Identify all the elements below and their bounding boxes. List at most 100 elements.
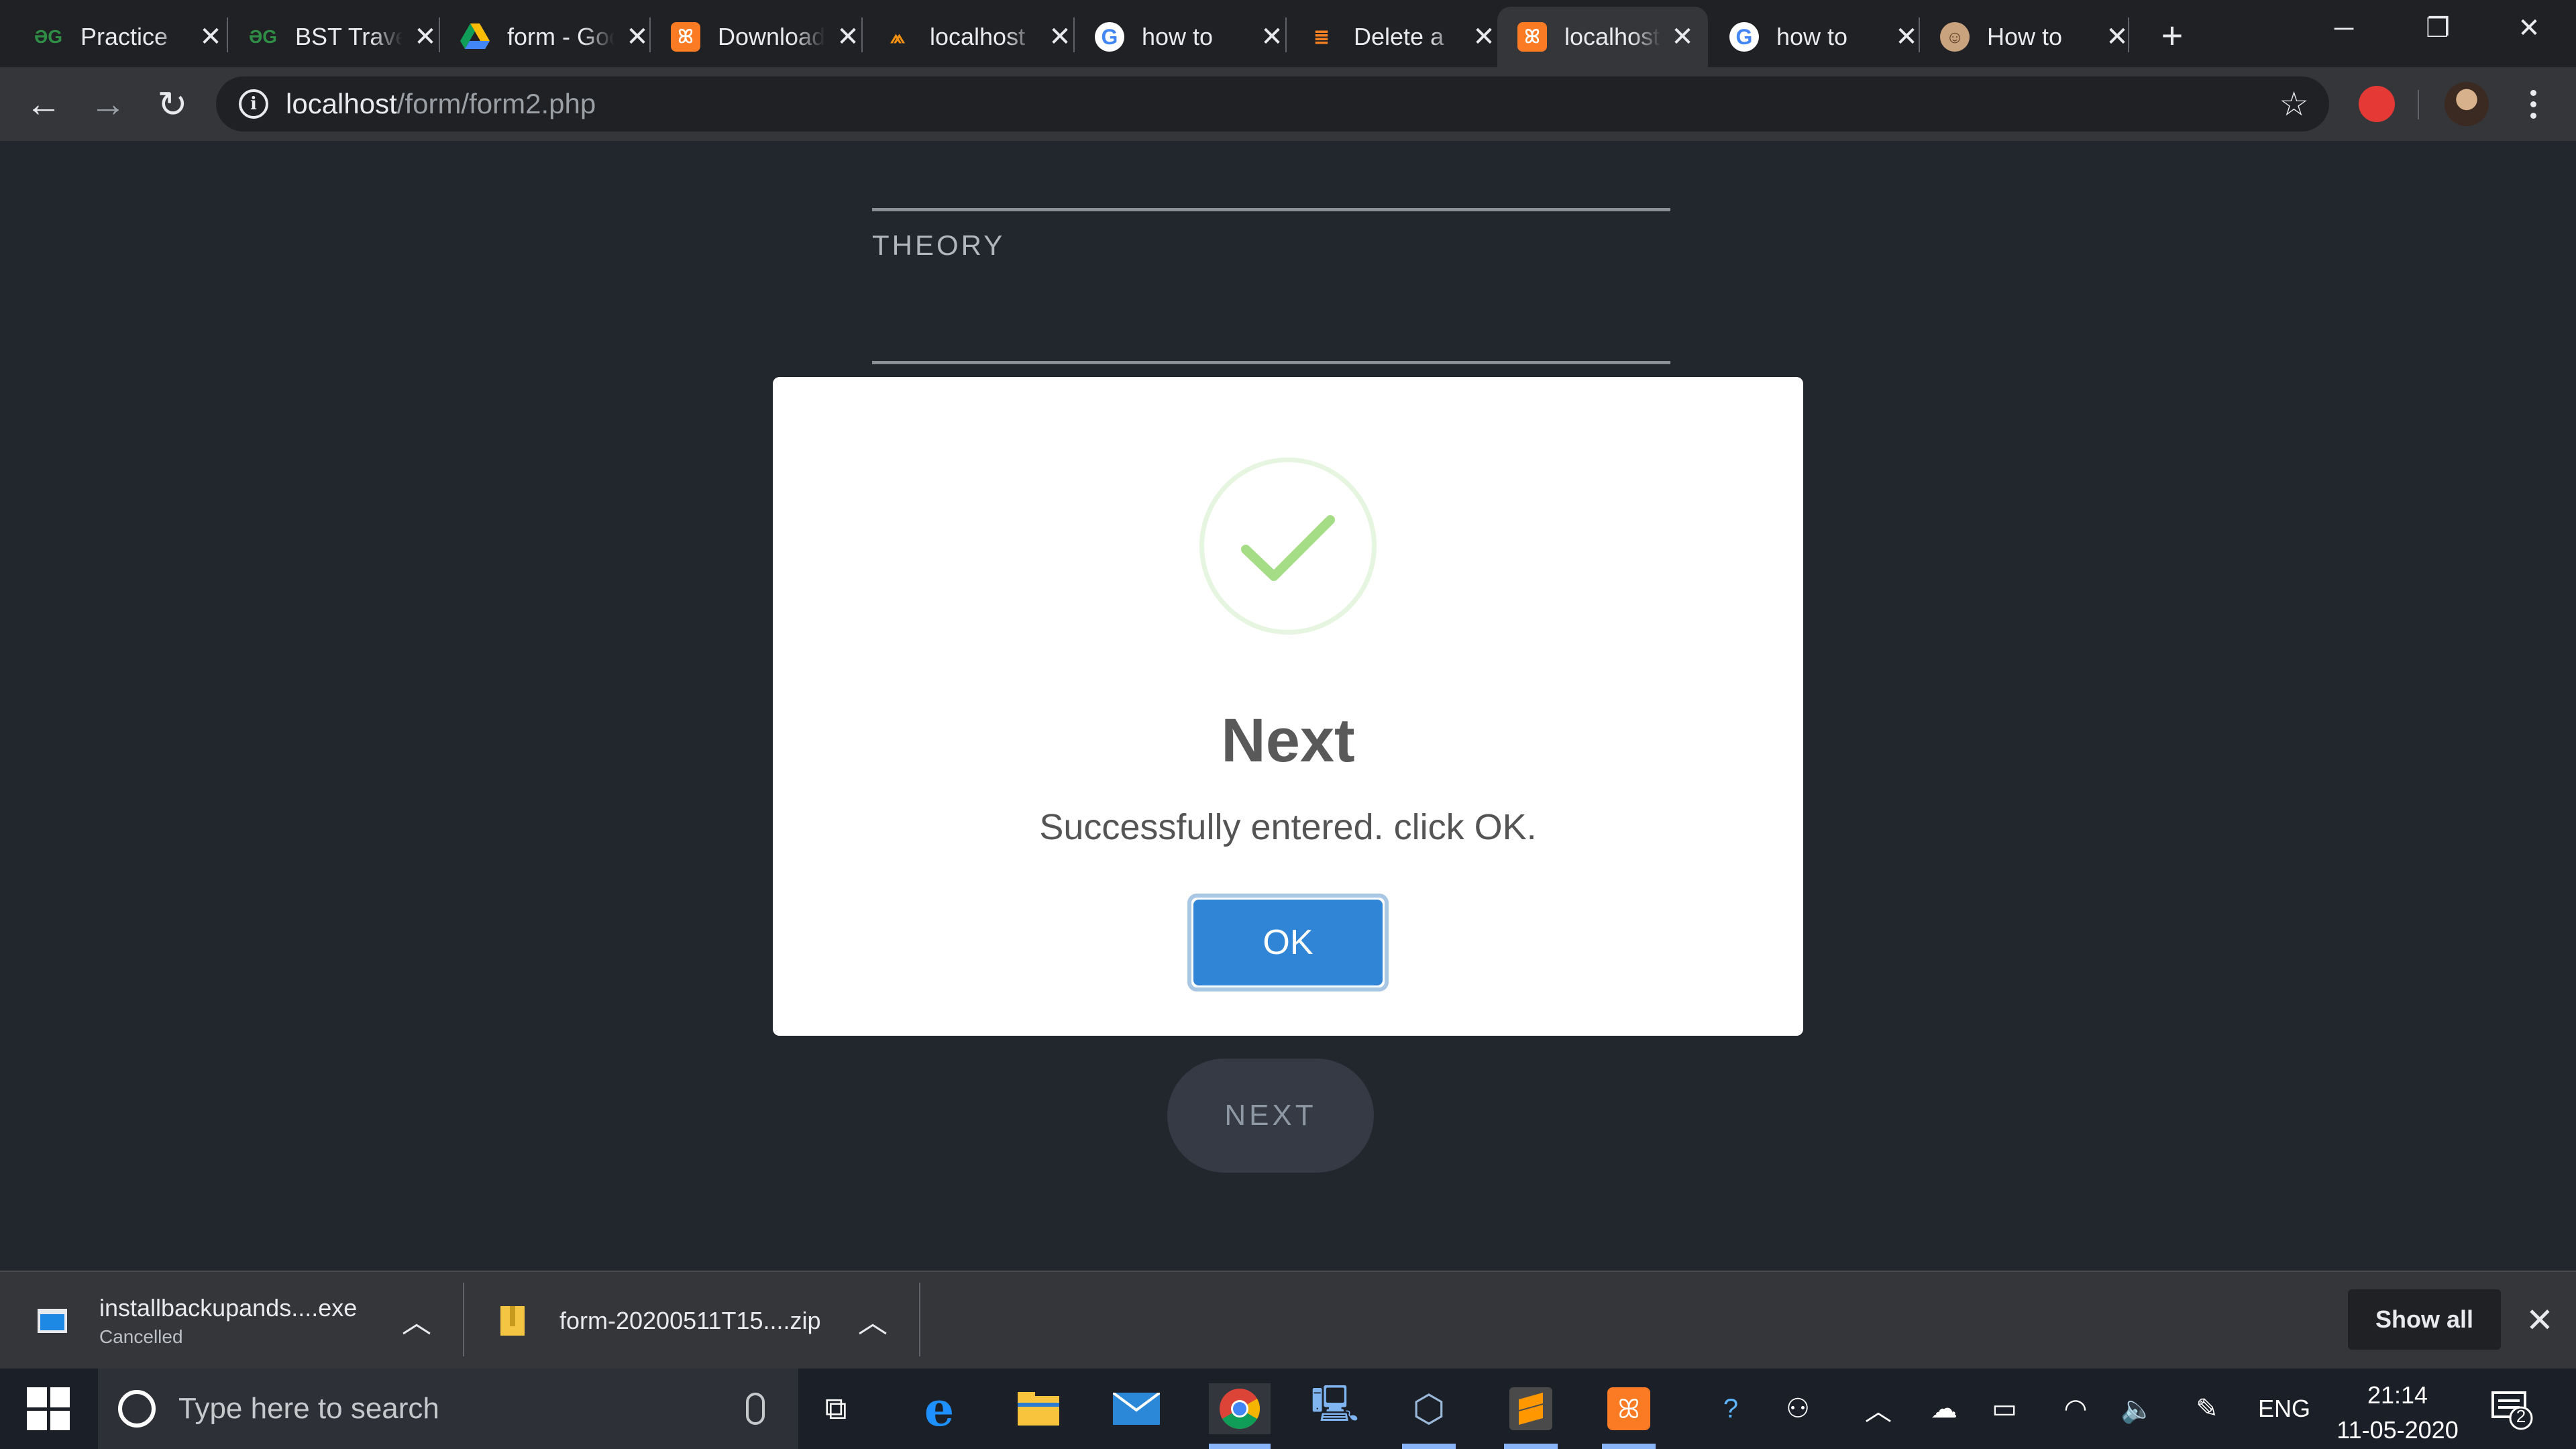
success-dialog: Next Successfully entered. click OK. OK <box>773 377 1803 1036</box>
next-button[interactable]: NEXT <box>1167 1059 1374 1173</box>
chevron-up-icon[interactable]: ︿ <box>856 1303 890 1339</box>
windows-start-icon[interactable] <box>27 1387 70 1430</box>
tab-google-drive[interactable]: form - Google Drive ✕ <box>440 7 664 67</box>
download-divider <box>919 1283 920 1356</box>
geeksforgeeks-icon: ƏG <box>34 26 63 47</box>
tab-label: Download <box>718 23 825 50</box>
tab-label: How to <box>1987 23 2063 50</box>
dialog-title: Next <box>1221 706 1355 775</box>
cookie-icon: ☺ <box>1940 22 1970 52</box>
new-tab-button[interactable]: + <box>2152 14 2192 56</box>
chrome-taskbar-icon[interactable] <box>1209 1383 1271 1434</box>
close-icon[interactable]: ✕ <box>412 22 439 52</box>
tab-label: Delete a <box>1354 23 1444 50</box>
extension-icon[interactable] <box>2359 86 2395 122</box>
forward-button[interactable]: → <box>86 82 130 126</box>
onedrive-icon[interactable]: ☁ <box>1917 1368 1971 1449</box>
zip-file-icon <box>498 1306 527 1336</box>
minimize-button[interactable]: ─ <box>2297 0 2391 56</box>
download-status: Cancelled <box>99 1326 183 1347</box>
virtualbox-icon[interactable]: ⬡ <box>1402 1383 1456 1434</box>
chevron-up-icon[interactable]: ︿ <box>1851 1368 1905 1449</box>
theory-input-underline[interactable] <box>872 361 1670 364</box>
close-icon[interactable]: ✕ <box>624 22 651 52</box>
windows-taskbar: Type here to search ⧉ e 🖳 ⬡ ꕤ ? ⚇ ︿ ☁ ▭ … <box>0 1368 2576 1449</box>
show-all-button[interactable]: Show all <box>2348 1289 2501 1350</box>
mail-icon[interactable] <box>1110 1383 1163 1434</box>
tab-strip: ƏG Practice ✕ ƏG BST Traversal ✕ form - … <box>0 0 2576 67</box>
clock-time: 21:14 <box>2367 1381 2428 1409</box>
tab-stackoverflow[interactable]: ≣ Delete a ✕ <box>1287 7 1511 67</box>
tab-phpmyadmin[interactable]: ⩕ localhost ✕ <box>863 7 1087 67</box>
people-icon[interactable]: ⚇ <box>1771 1368 1825 1449</box>
reload-button[interactable]: ↻ <box>150 82 195 126</box>
xampp-icon: ꕤ <box>671 22 700 52</box>
tab-practice[interactable]: ƏG Practice ✕ <box>13 7 237 67</box>
tab-how-to[interactable]: ☺ How to ✕ <box>1920 7 2144 67</box>
phpmyadmin-icon: ⩕ <box>890 25 906 47</box>
file-explorer-icon[interactable] <box>1012 1383 1065 1434</box>
tab-label: how to <box>1776 23 1848 50</box>
remote-desktop-icon[interactable]: 🖳 <box>1308 1383 1362 1434</box>
download-filename: form-20200511T15....zip <box>559 1307 821 1334</box>
close-icon[interactable]: ✕ <box>2104 22 2131 52</box>
bookmark-star-icon[interactable]: ☆ <box>2279 85 2309 123</box>
restore-button[interactable]: ❐ <box>2391 0 2485 56</box>
close-window-button[interactable]: ✕ <box>2482 0 2576 56</box>
back-button[interactable]: ← <box>21 82 66 126</box>
toolbar-divider <box>2418 90 2419 119</box>
battery-icon[interactable]: ▭ <box>1978 1368 2031 1449</box>
download-item[interactable]: installbackupands....exe Cancelled <box>38 1272 357 1370</box>
notification-count: 2 <box>2516 1406 2526 1426</box>
tab-label: localhost <box>1564 23 1660 50</box>
system-clock[interactable]: 21:14 11-05-2020 <box>2324 1378 2471 1448</box>
close-icon[interactable]: ✕ <box>197 22 224 52</box>
close-icon[interactable]: ✕ <box>835 22 861 52</box>
sublime-text-icon[interactable] <box>1504 1383 1558 1434</box>
microphone-icon[interactable] <box>746 1393 765 1425</box>
success-check-icon <box>1199 458 1377 635</box>
pen-icon[interactable]: ✎ <box>2180 1368 2234 1449</box>
info-icon[interactable]: i <box>239 89 268 119</box>
google-icon: G <box>1729 22 1759 52</box>
chevron-up-icon[interactable]: ︿ <box>400 1303 433 1339</box>
wifi-icon[interactable]: ◠ <box>2049 1368 2102 1449</box>
ok-button[interactable]: OK <box>1193 900 1383 985</box>
url-text: localhost/form/form2.php <box>286 88 596 120</box>
taskbar-search[interactable]: Type here to search <box>98 1368 798 1449</box>
cortana-icon <box>118 1390 156 1428</box>
tab-google-search-2[interactable]: G how to ✕ <box>1709 7 1933 67</box>
close-icon[interactable]: ✕ <box>1470 22 1497 52</box>
address-bar[interactable]: i localhost/form/form2.php ☆ <box>216 76 2329 131</box>
close-icon[interactable]: ✕ <box>2520 1300 2560 1340</box>
language-indicator[interactable]: ENG <box>2247 1368 2321 1449</box>
chrome-menu-icon[interactable] <box>2520 82 2546 126</box>
clock-date: 11-05-2020 <box>2337 1416 2459 1444</box>
download-text: installbackupands....exe Cancelled <box>99 1294 357 1348</box>
tab-download[interactable]: ꕤ Download ✕ <box>651 7 875 67</box>
geeksforgeeks-icon: ƏG <box>248 26 278 47</box>
edge-icon[interactable]: e <box>912 1381 966 1437</box>
app-indicator <box>1602 1444 1656 1449</box>
task-view-icon[interactable]: ⧉ <box>809 1383 863 1434</box>
tab-localhost-active[interactable]: ꕤ localhost ✕ <box>1497 7 1708 67</box>
volume-icon[interactable]: 🔈 <box>2110 1368 2164 1449</box>
xampp-taskbar-icon[interactable]: ꕤ <box>1602 1383 1656 1434</box>
svg-text:ꕤ: ꕤ <box>1617 1394 1640 1425</box>
search-placeholder: Type here to search <box>178 1392 439 1425</box>
profile-avatar[interactable] <box>2445 82 2489 126</box>
close-icon[interactable]: ✕ <box>1670 22 1695 52</box>
close-icon[interactable]: ✕ <box>1046 22 1073 52</box>
tab-label: form - Google Drive <box>507 23 614 50</box>
tab-google-search[interactable]: G how to ✕ <box>1075 7 1299 67</box>
exe-file-icon <box>38 1306 67 1336</box>
tab-label: how to <box>1142 23 1214 50</box>
notification-center-icon[interactable]: 2 <box>2490 1387 2533 1430</box>
help-icon[interactable]: ? <box>1704 1368 1758 1449</box>
tab-bst-traversal[interactable]: ƏG BST Traversal ✕ <box>228 7 452 67</box>
app-indicator <box>1504 1444 1558 1449</box>
download-item[interactable]: form-20200511T15....zip <box>498 1272 821 1370</box>
browser-toolbar: ← → ↻ i localhost/form/form2.php ☆ <box>0 67 2576 141</box>
close-icon[interactable]: ✕ <box>1893 22 1920 52</box>
close-icon[interactable]: ✕ <box>1258 22 1285 52</box>
